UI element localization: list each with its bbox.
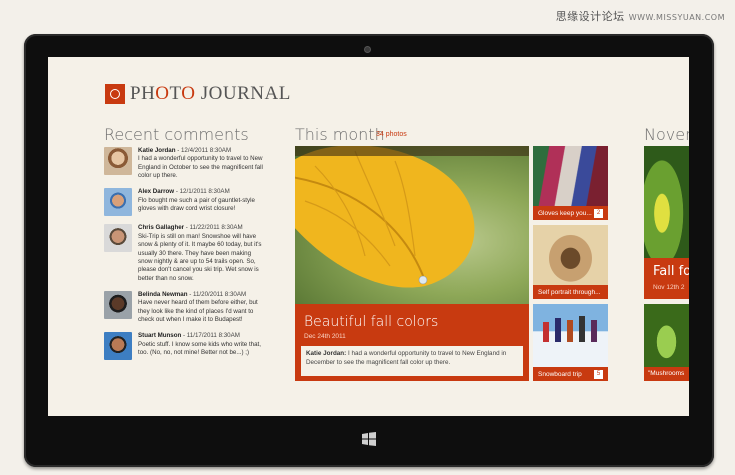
comment-date: - 12/4/2011 8:30AM (175, 147, 232, 154)
comment-date: - 11/22/2011 8:30AM (184, 224, 243, 232)
snowboarders-image (543, 316, 597, 342)
featured-comment-author: Katie Jordan: (306, 350, 347, 357)
photo-tile-gloves[interactable]: Gloves keep you... 2 (533, 146, 608, 220)
tablet-frame: PHOTO JOURNAL Recent comments Katie Jord… (24, 34, 714, 467)
tile-caption: "Mushrooms (644, 367, 689, 381)
comment-item[interactable]: Katie Jordan - 12/4/2011 8:30AM I had a … (104, 147, 264, 180)
recent-comments-heading[interactable]: Recent comments (104, 125, 249, 144)
featured-photo-tile[interactable]: Beautiful fall colors Dec 24th 2011 Kati… (295, 146, 529, 381)
tile-image (644, 146, 689, 258)
tile-image (644, 304, 689, 367)
featured-photo-date: Dec 24th 2011 (304, 333, 346, 340)
avatar (104, 224, 132, 253)
featured-photo-comment: Katie Jordan: I had a wonderful opportun… (301, 346, 523, 376)
photo-tile-snowboard[interactable]: Snowboard trip 5 (533, 304, 608, 381)
november-feature-date: Nov 12th 2 (653, 284, 685, 291)
tile-caption: Gloves keep you... 2 (533, 206, 608, 220)
tile-caption: Self portrait through... (533, 285, 608, 299)
comment-item[interactable]: Chris Gallagher - 11/22/2011 8:30AM Ski-… (104, 224, 264, 283)
comment-date: - 12/1/2011 8:30AM (174, 188, 230, 196)
avatar (104, 290, 132, 319)
comment-item[interactable]: Belinda Newman - 11/20/2011 8:30AM Have … (104, 290, 264, 324)
november-feature-title: Fall fo (653, 264, 689, 279)
comment-text: I had a wonderful opportunity to travel … (138, 155, 263, 180)
featured-photo-title: Beautiful fall colors (304, 314, 439, 330)
comment-author: Stuart Munson (138, 332, 182, 340)
watermark-url: WWW.MISSYUAN.COM (628, 13, 725, 22)
app-screen: PHOTO JOURNAL Recent comments Katie Jord… (48, 57, 689, 416)
comment-item[interactable]: Alex Darrow - 12/1/2011 8:30AM Flo bough… (104, 188, 264, 217)
avatar (104, 147, 132, 175)
november-feature-tile[interactable]: Fall fo Nov 12th 2 (644, 146, 689, 299)
comment-text: Poetic stuff. I know some kids who write… (138, 340, 262, 357)
photo-tile-self-portrait[interactable]: Self portrait through... (533, 225, 608, 299)
watermark: 思缘设计论坛 WWW.MISSYUAN.COM (556, 8, 725, 24)
tile-count-badge: 5 (594, 369, 603, 379)
comment-text: Ski-Trip is still on man! Snowshoe will … (138, 232, 262, 282)
comment-author: Belinda Newman (138, 290, 188, 298)
comment-text: Have never heard of them before either, … (138, 299, 258, 324)
comment-author: Katie Jordan (138, 147, 176, 154)
comment-date: - 11/17/2011 8:30AM (181, 332, 240, 340)
recent-comments-list: Katie Jordan - 12/4/2011 8:30AM I had a … (104, 147, 264, 368)
photo-count: 34 photos (376, 131, 407, 138)
tile-count-badge: 2 (594, 208, 603, 218)
november-photo-tile[interactable]: "Mushrooms (644, 304, 689, 381)
avatar (104, 332, 132, 361)
november-feature-info: Fall fo Nov 12th 2 (644, 258, 689, 299)
watermark-cn: 思缘设计论坛 (555, 10, 625, 23)
this-month-heading[interactable]: This month (295, 125, 385, 144)
logo-mark-icon (105, 84, 125, 104)
avatar (104, 188, 132, 217)
comment-author: Chris Gallagher (138, 224, 185, 232)
featured-photo-info: Beautiful fall colors Dec 24th 2011 Kati… (295, 304, 529, 381)
windows-start-icon[interactable] (361, 432, 377, 446)
comment-author: Alex Darrow (138, 188, 175, 196)
camera-icon (364, 46, 371, 53)
tile-caption: Snowboard trip 5 (533, 367, 608, 381)
comment-text: Flo bought me such a pair of gauntlet-st… (138, 196, 255, 213)
comment-date: - 11/20/2011 8:30AM (187, 290, 247, 298)
app-title: PHOTO JOURNAL (130, 83, 291, 104)
app-logo: PHOTO JOURNAL (105, 83, 291, 105)
featured-photo-image (295, 146, 529, 304)
november-heading[interactable]: Novem (644, 125, 689, 144)
comment-item[interactable]: Stuart Munson - 11/17/2011 8:30AM Poetic… (104, 332, 264, 361)
leaf-image (295, 146, 529, 288)
